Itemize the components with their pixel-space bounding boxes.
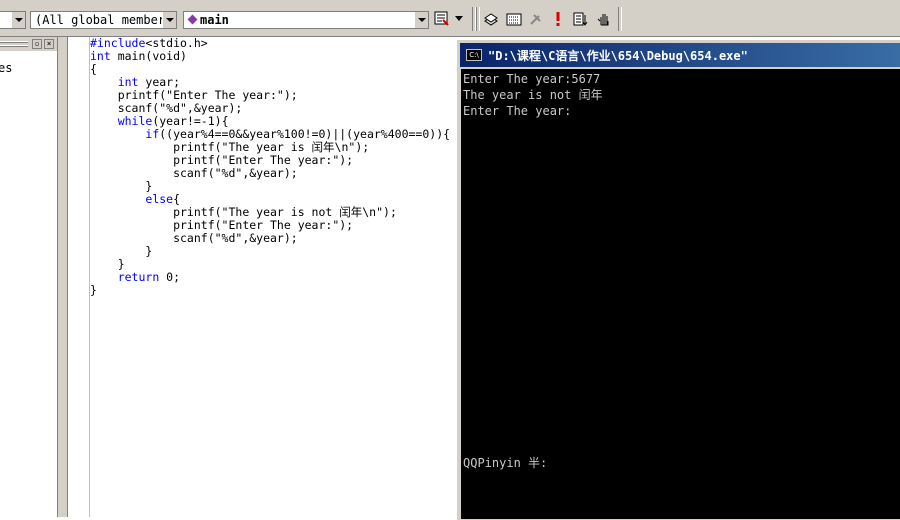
member-filter-combo[interactable]: (All global member — [30, 11, 177, 29]
build-icon[interactable] — [481, 9, 501, 29]
go-icon[interactable] — [570, 9, 590, 29]
console-title-bar[interactable]: C:\ "D:\课程\C语言\作业\654\Debug\654.exe" — [460, 43, 900, 67]
console-app-icon[interactable]: C:\ — [466, 49, 482, 61]
workspace-tree-item[interactable]: es — [0, 61, 12, 75]
compile-stop-icon[interactable] — [526, 9, 546, 29]
wizard-bar-actions-icon[interactable] — [432, 9, 452, 29]
chevron-down-icon[interactable] — [11, 12, 25, 28]
code-line[interactable]: } — [90, 284, 450, 297]
keyword: return — [117, 270, 160, 284]
code-area[interactable]: #include<stdio.h> int main(void){ int yea… — [90, 37, 450, 297]
console-window[interactable]: C:\ "D:\课程\C语言\作业\654\Debug\654.exe" Ent… — [457, 40, 900, 520]
keyword: int — [117, 75, 139, 89]
code-line[interactable]: } — [90, 245, 450, 258]
panel-grip[interactable] — [0, 45, 28, 46]
keyword: else — [145, 192, 174, 206]
keyword: while — [117, 114, 153, 128]
chevron-down-icon[interactable] — [162, 12, 176, 28]
ime-status: QQPinyin 半: — [463, 456, 548, 470]
code-line[interactable]: int main(void) — [90, 50, 450, 63]
toolbar: (All global member main — [0, 0, 900, 37]
class-wizard-icon[interactable] — [504, 9, 524, 29]
keyword: int — [90, 49, 111, 63]
class-combo[interactable] — [0, 11, 26, 29]
console-title: "D:\课程\C语言\作业\654\Debug\654.exe" — [488, 49, 748, 63]
function-combo[interactable]: main — [183, 11, 429, 29]
panel-splitter[interactable] — [58, 37, 68, 517]
panel-grip[interactable] — [0, 41, 28, 42]
keyword: if — [145, 127, 160, 141]
code-line[interactable]: return 0; — [90, 271, 450, 284]
source-editor[interactable]: #include<stdio.h> int main(void){ int yea… — [58, 37, 458, 517]
chevron-down-icon[interactable] — [414, 12, 428, 28]
function-combo-value: main — [200, 13, 229, 27]
workspace-panel-header: ▫ × — [0, 37, 57, 51]
breakpoint-icon[interactable] — [594, 9, 614, 29]
member-filter-value: (All global member — [35, 13, 166, 27]
selection-margin[interactable] — [70, 37, 90, 517]
toolbar-separator — [476, 7, 480, 31]
minimize-panel-icon[interactable]: ▫ — [32, 39, 42, 49]
console-line: The year is not 闰年 — [463, 88, 603, 102]
execute-icon[interactable] — [548, 9, 568, 29]
preprocessor-directive: #include — [90, 36, 146, 50]
close-panel-icon[interactable]: × — [44, 39, 54, 49]
console-output[interactable]: Enter The year:5677 The year is not 闰年 E… — [461, 69, 900, 519]
console-line: Enter The year: — [463, 104, 572, 118]
function-icon — [187, 14, 198, 25]
dropdown-arrow-icon[interactable] — [452, 9, 466, 29]
workspace-panel: ▫ × es — [0, 37, 58, 517]
toolbar-separator — [618, 7, 622, 31]
console-line: Enter The year:5677 — [463, 72, 601, 86]
